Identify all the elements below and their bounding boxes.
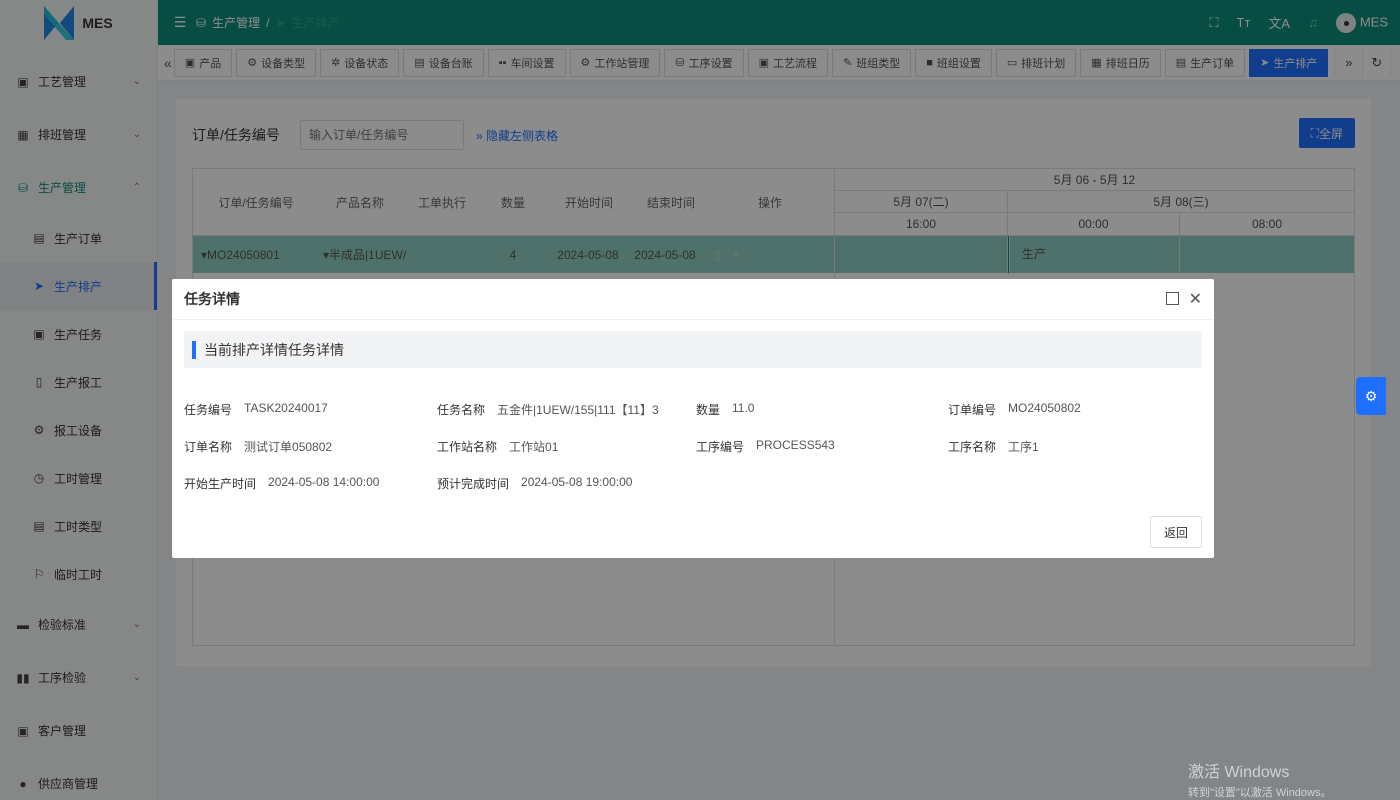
section-header: 当前排产详情任务详情	[184, 331, 1202, 368]
field-order-name: 订单名称 测试订单050802	[184, 438, 437, 455]
field-value: 2024-05-08 19:00:00	[521, 475, 633, 489]
field-label: 预计完成时间	[437, 477, 510, 491]
field-estimated-finish: 预计完成时间 2024-05-08 19:00:00	[437, 475, 632, 492]
back-button[interactable]: 返回	[1149, 516, 1202, 548]
field-order-no: 订单编号 MO24050802	[948, 401, 1081, 418]
field-task-no: 任务编号 TASK20240017	[184, 401, 437, 418]
section-accent	[192, 340, 196, 359]
field-row: 订单名称 测试订单050802 工作站名称 工作站01 工序编号 PROCESS543…	[184, 428, 1202, 465]
field-label: 工作站名称	[437, 440, 498, 454]
dialog-title: 任务详情	[184, 291, 240, 307]
watermark-line: 激活 Windows	[1188, 764, 1290, 781]
field-value: PROCESS543	[756, 438, 835, 452]
field-value: 2024-05-08 14:00:00	[268, 475, 380, 489]
field-task-name: 任务名称 五金件|1UEW/155|111【11】3	[437, 401, 696, 418]
field-row: 任务编号 TASK20240017 任务名称 五金件|1UEW/155|111【11…	[184, 391, 1202, 428]
field-process-no: 工序编号 PROCESS543	[696, 438, 948, 455]
field-label: 工序编号	[696, 440, 745, 454]
field-value: 五金件|1UEW/155|111【11】3	[497, 403, 659, 417]
close-icon[interactable]: ✕	[1189, 289, 1202, 309]
settings-gear-icon[interactable]: ⚙	[1356, 377, 1386, 415]
field-value: MO24050802	[1008, 401, 1081, 415]
windows-activation-watermark: 激活 Windows 转到"设置"以激活 Windows。	[1188, 758, 1332, 800]
field-row: 开始生产时间 2024-05-08 14:00:00 预计完成时间 2024-05-…	[184, 465, 1202, 502]
field-start-time: 开始生产时间 2024-05-08 14:00:00	[184, 475, 437, 492]
field-label: 任务名称	[437, 403, 486, 417]
field-label: 任务编号	[184, 403, 233, 417]
dialog-actions: ✕	[1165, 289, 1202, 309]
maximize-icon[interactable]	[1165, 292, 1179, 305]
field-label: 订单编号	[948, 403, 997, 417]
dialog-header: 任务详情 ✕	[172, 279, 1214, 320]
field-label: 开始生产时间	[184, 477, 257, 491]
field-label: 订单名称	[184, 440, 233, 454]
field-label: 工序名称	[948, 440, 997, 454]
field-value: 测试订单050802	[244, 440, 333, 454]
field-process-name: 工序名称 工序1	[948, 438, 1039, 455]
field-value: 工作站01	[509, 440, 559, 454]
field-value: 工序1	[1008, 440, 1039, 454]
field-value: 11.0	[732, 401, 755, 415]
watermark-line: 转到"设置"以激活 Windows。	[1188, 787, 1332, 799]
field-value: TASK20240017	[244, 401, 328, 415]
field-workstation-name: 工作站名称 工作站01	[437, 438, 696, 455]
detail-fields: 任务编号 TASK20240017 任务名称 五金件|1UEW/155|111【11…	[184, 391, 1202, 502]
task-detail-dialog: 任务详情 ✕ 当前排产详情任务详情 任务编号 TASK20240017 任务名称五…	[172, 279, 1214, 558]
field-qty: 数量 11.0	[696, 401, 948, 418]
field-label: 数量	[696, 403, 721, 417]
section-title: 当前排产详情任务详情	[204, 341, 344, 358]
